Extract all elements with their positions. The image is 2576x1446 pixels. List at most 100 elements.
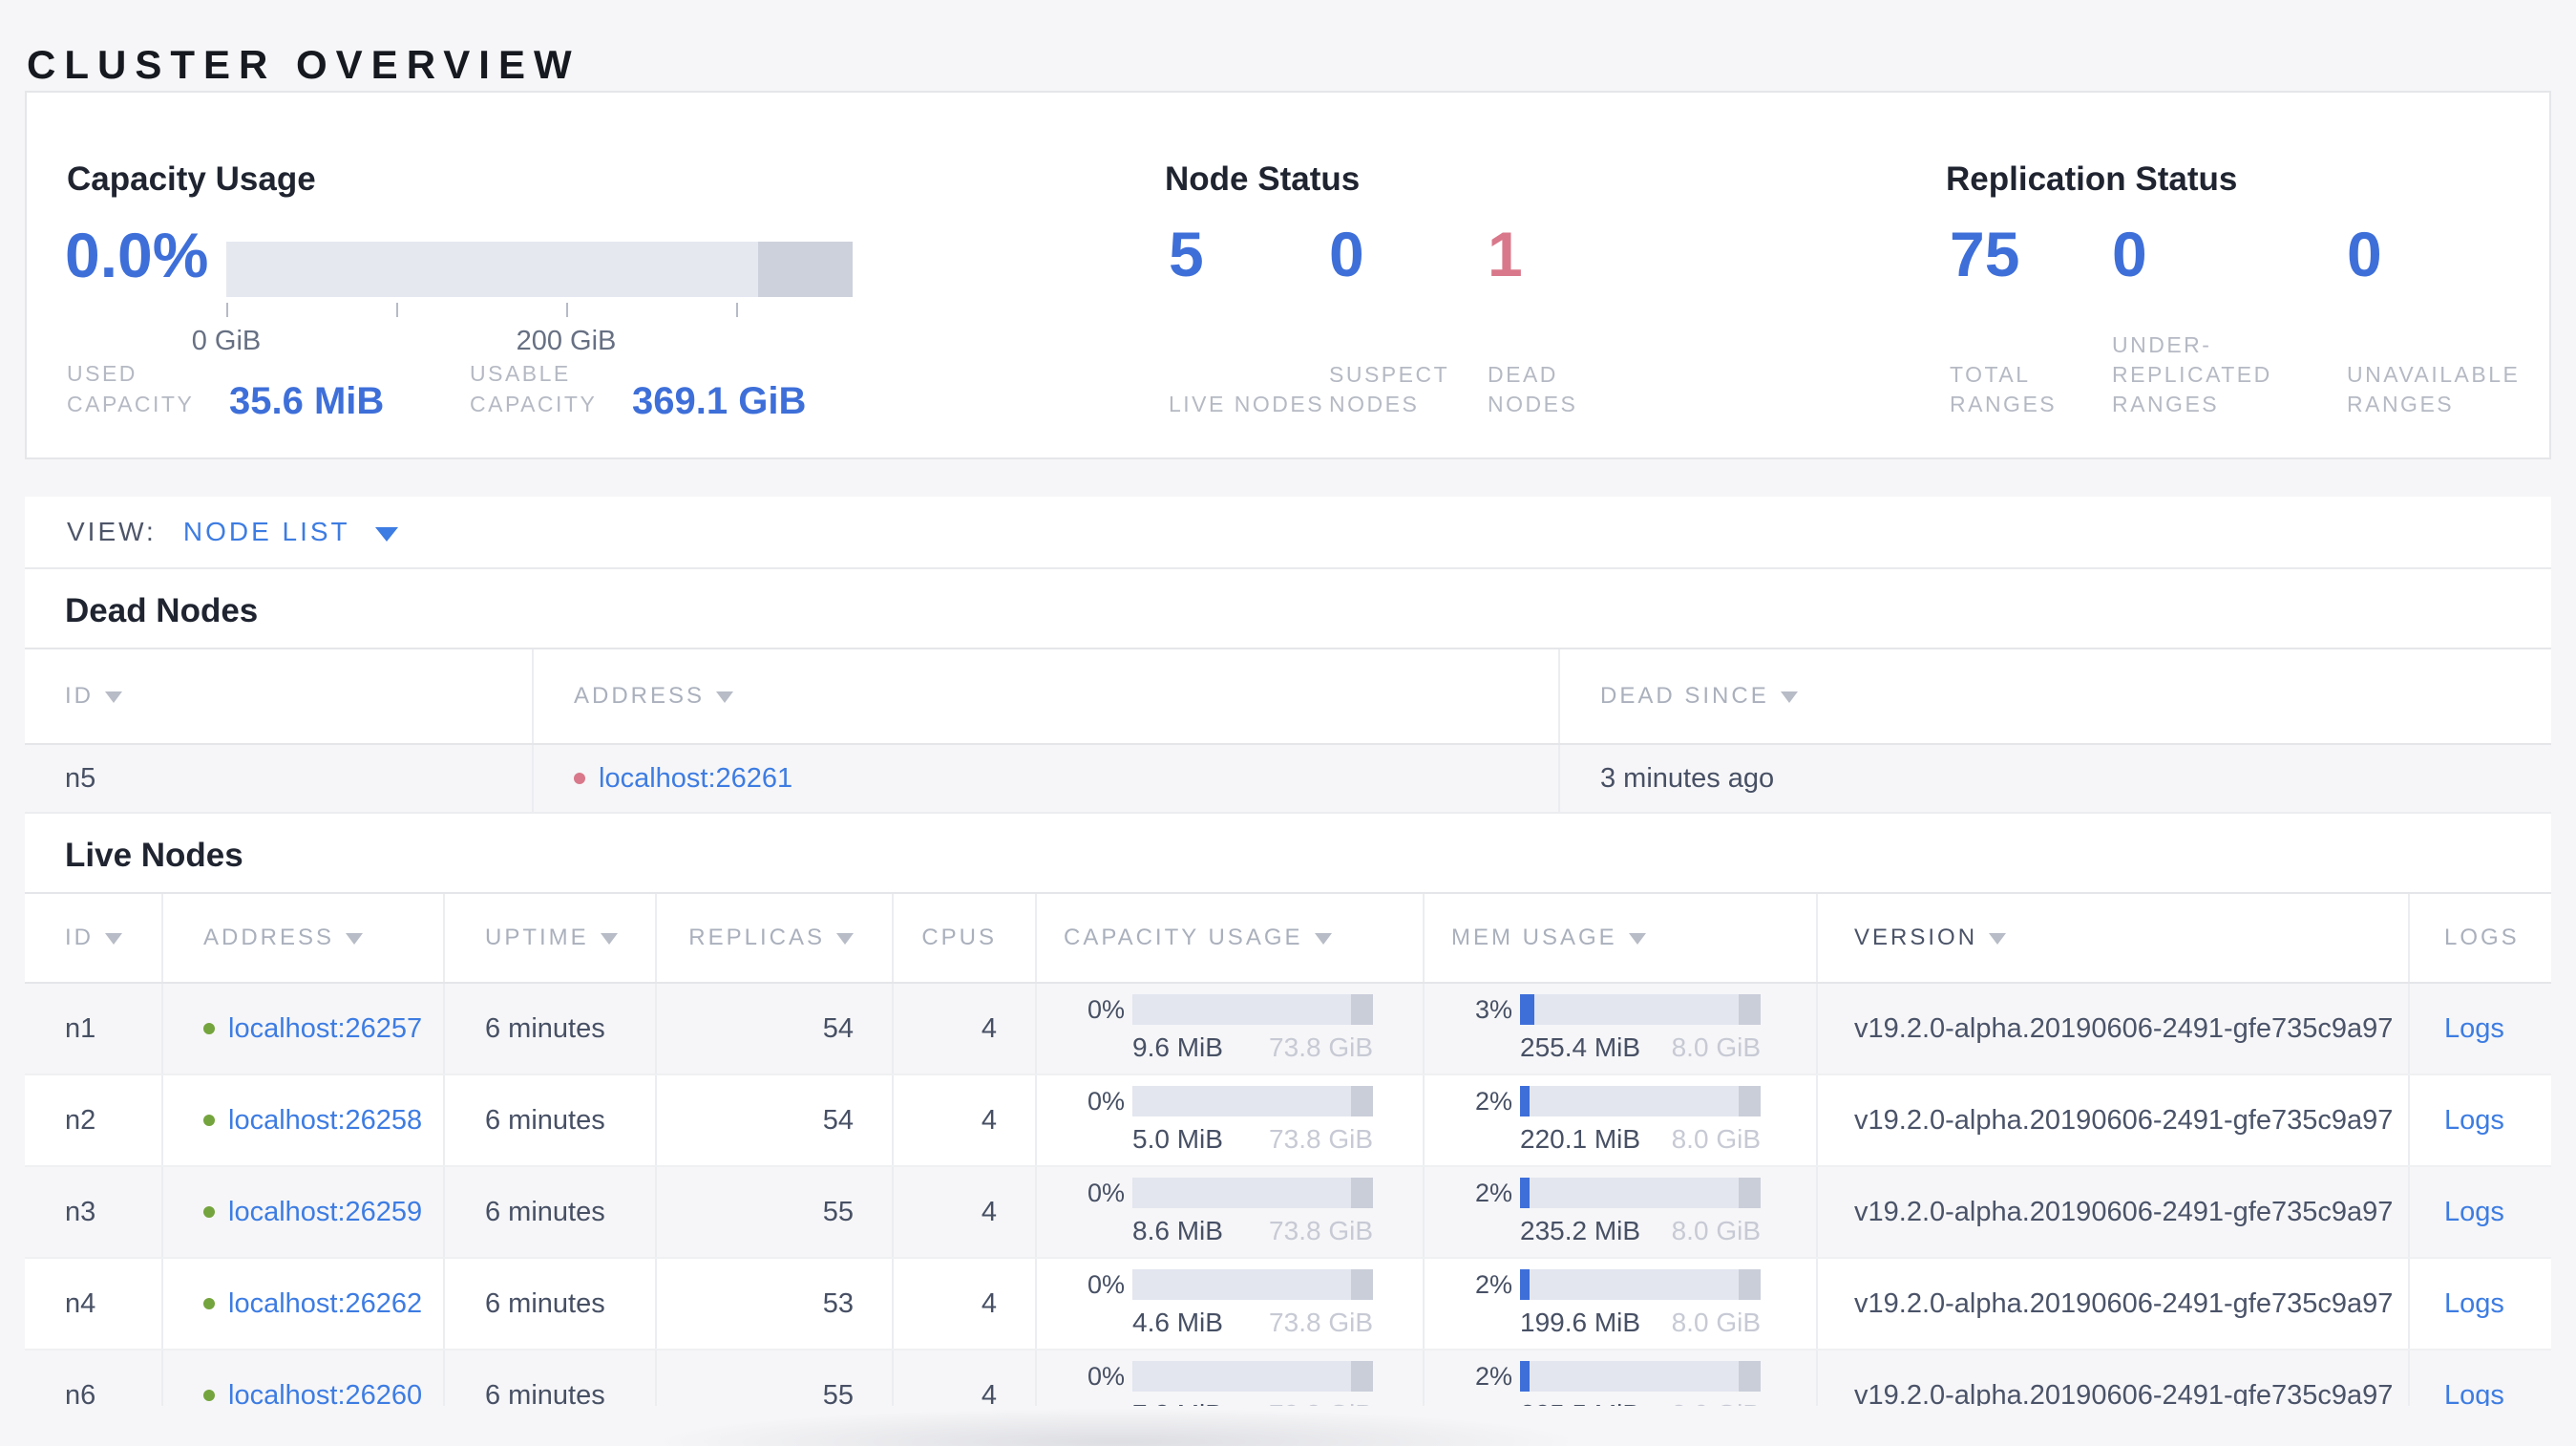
column-header-uptime[interactable]: UPTIME [445, 894, 657, 982]
live-nodes-label: LIVE NODES [1169, 392, 1325, 416]
live-status-dot-icon [203, 1298, 215, 1309]
total-ranges-metric: 75 TOTAL RANGES [1950, 223, 2112, 419]
node-address-link[interactable]: localhost:26258 [228, 1105, 422, 1137]
capacity-usage-bar [1132, 1361, 1373, 1392]
logs-link[interactable]: Logs [2444, 1013, 2504, 1045]
mem-percent: 2% [1474, 1361, 1512, 1391]
column-header-cpus[interactable]: CPUS [894, 894, 1037, 982]
logs-link[interactable]: Logs [2444, 1197, 2504, 1228]
cpus-cell: 4 [894, 1075, 1037, 1165]
sort-arrow-icon [1780, 691, 1798, 703]
sort-arrow-icon [716, 691, 734, 703]
column-header-id[interactable]: ID [25, 649, 534, 743]
node-address-cell: localhost:26262 [163, 1259, 445, 1349]
under-replicated-ranges-label: UNDER-REPLICATED RANGES [2112, 332, 2272, 416]
column-header-label: ADDRESS [574, 683, 706, 709]
node-address-link[interactable]: localhost:26259 [228, 1197, 422, 1228]
column-header-version[interactable]: VERSION [1818, 894, 2410, 982]
replication-status-metrics: 75 TOTAL RANGES 0 UNDER-REPLICATED RANGE… [1950, 223, 2557, 419]
capacity-usage-cell: 0% 8.6 MiB 73.8 GiB [1037, 1167, 1425, 1257]
under-replicated-ranges-count: 0 [2112, 219, 2147, 289]
sort-arrow-icon [346, 933, 364, 945]
uptime-cell: 6 minutes [445, 1259, 657, 1349]
live-node-row: n6 localhost:26260 6 minutes 55 4 0% 7.8… [25, 1350, 2551, 1406]
logs-link[interactable]: Logs [2444, 1105, 2504, 1137]
live-node-row: n4 localhost:26262 6 minutes 53 4 0% 4.6… [25, 1259, 2551, 1350]
live-status-dot-icon [203, 1206, 215, 1218]
axis-tick-label: 200 GiB [516, 326, 617, 356]
dead-nodes-table-header: ID ADDRESS DEAD SINCE [25, 648, 2551, 745]
node-address-link[interactable]: localhost:26261 [599, 763, 792, 795]
mem-total-value: 8.0 GiB [1671, 1124, 1761, 1154]
capacity-usage-bar: 0 GiB 200 GiB [192, 242, 853, 356]
column-header-replicas[interactable]: REPLICAS [657, 894, 894, 982]
version-cell: v19.2.0-alpha.20190606-2491-gfe735c9a97 [1818, 1075, 2410, 1165]
column-header-logs: LOGS [2410, 894, 2551, 982]
axis-tick [226, 303, 228, 317]
capacity-usage-cell: 0% 7.8 MiB 73.8 GiB [1037, 1350, 1425, 1406]
node-address-link[interactable]: localhost:26260 [228, 1380, 422, 1407]
dead-nodes-heading: Dead Nodes [65, 592, 259, 629]
logs-cell: Logs [2410, 984, 2551, 1074]
column-header-label: ID [65, 925, 94, 950]
column-header-label: CAPACITY USAGE [1064, 925, 1303, 950]
mem-used-value: 199.6 MiB [1520, 1308, 1641, 1337]
column-header-dead-since[interactable]: DEAD SINCE [1560, 649, 2551, 743]
mem-bar-reserved-segment [1739, 1361, 1761, 1392]
node-address-link[interactable]: localhost:26257 [228, 1013, 422, 1045]
dead-nodes-label: DEAD NODES [1488, 362, 1578, 416]
mem-total-value: 8.0 GiB [1671, 1216, 1761, 1245]
live-nodes-count: 5 [1169, 219, 1204, 289]
dead-nodes-table: ID ADDRESS DEAD SINCE n5 localhost:26261… [25, 648, 2551, 814]
mem-usage-bar [1520, 1361, 1761, 1392]
mem-percent: 3% [1474, 994, 1512, 1024]
mem-usage-bar [1520, 994, 1761, 1025]
view-dropdown-value[interactable]: NODE LIST [183, 517, 350, 547]
cpus-cell: 4 [894, 1259, 1037, 1349]
sort-arrow-icon [1628, 933, 1646, 945]
column-header-label: VERSION [1854, 925, 1978, 950]
node-address-cell: localhost:26257 [163, 984, 445, 1074]
capacity-percent: 0% [1087, 1361, 1125, 1391]
version-cell: v19.2.0-alpha.20190606-2491-gfe735c9a97 [1818, 1167, 2410, 1257]
capacity-usage-bar [1132, 1178, 1373, 1208]
node-id-cell: n4 [25, 1259, 163, 1349]
column-header-label: ADDRESS [203, 925, 335, 950]
sort-arrow-icon [836, 933, 854, 945]
capacity-percent: 0% [1087, 1178, 1125, 1207]
cpus-cell: 4 [894, 984, 1037, 1074]
live-node-row: n3 localhost:26259 6 minutes 55 4 0% 8.6… [25, 1167, 2551, 1259]
logs-link[interactable]: Logs [2444, 1380, 2504, 1407]
replicas-cell: 53 [657, 1259, 894, 1349]
mem-used-value: 255.4 MiB [1520, 1032, 1641, 1062]
logs-cell: Logs [2410, 1075, 2551, 1165]
dead-nodes-count: 1 [1488, 219, 1523, 289]
node-address-cell: localhost:26260 [163, 1350, 445, 1406]
capacity-usage-title: Capacity Usage [67, 160, 316, 199]
dead-node-row: n5 localhost:26261 3 minutes ago [25, 745, 2551, 814]
version-cell: v19.2.0-alpha.20190606-2491-gfe735c9a97 [1818, 1259, 2410, 1349]
sort-arrow-icon [1314, 933, 1332, 945]
axis-tick [736, 303, 738, 317]
mem-percent: 2% [1474, 1086, 1512, 1116]
logs-link[interactable]: Logs [2444, 1288, 2504, 1320]
logs-cell: Logs [2410, 1259, 2551, 1349]
dead-status-dot-icon [574, 773, 585, 784]
view-dropdown[interactable]: NODE LIST [183, 517, 398, 547]
sort-arrow-icon [1989, 933, 2007, 945]
capacity-used-value: 4.6 MiB [1132, 1308, 1223, 1337]
capacity-usage-bar [1132, 1086, 1373, 1116]
capacity-bar-reserved-segment [1351, 994, 1373, 1025]
under-replicated-ranges-metric: 0 UNDER-REPLICATED RANGES [2112, 223, 2347, 419]
node-address-link[interactable]: localhost:26262 [228, 1288, 422, 1320]
column-header-address[interactable]: ADDRESS [534, 649, 1560, 743]
axis-tick-label: 0 GiB [191, 326, 262, 356]
mem-usage-cell: 2% 199.6 MiB 8.0 GiB [1425, 1259, 1818, 1349]
mem-bar-reserved-segment [1739, 1269, 1761, 1300]
cpus-cell: 4 [894, 1350, 1037, 1406]
column-header-id[interactable]: ID [25, 894, 163, 982]
column-header-capacity-usage[interactable]: CAPACITY USAGE [1037, 894, 1425, 982]
capacity-bar-reserved-segment [1351, 1361, 1373, 1392]
column-header-address[interactable]: ADDRESS [163, 894, 445, 982]
column-header-mem-usage[interactable]: MEM USAGE [1425, 894, 1818, 982]
